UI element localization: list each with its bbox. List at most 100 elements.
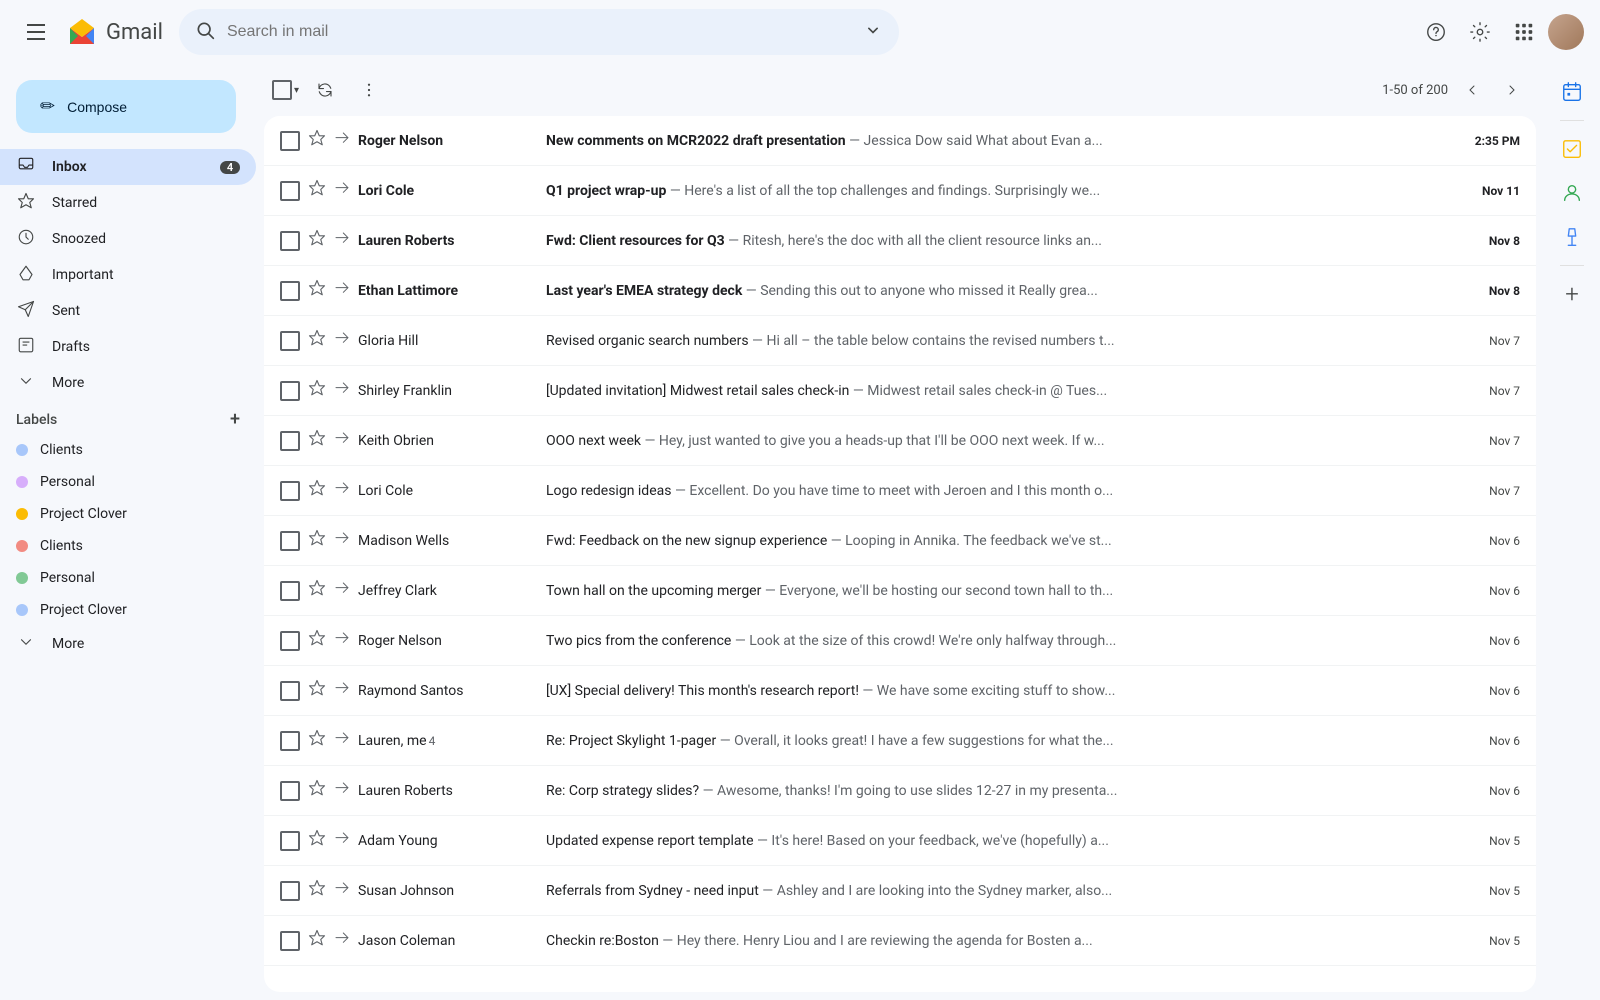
email-row[interactable]: Adam Young Updated expense report templa… [264, 816, 1536, 866]
help-button[interactable] [1416, 12, 1456, 52]
email-row[interactable]: Lauren Roberts Fwd: Client resources for… [264, 216, 1536, 266]
search-input[interactable] [227, 23, 855, 41]
email-row[interactable]: Lauren, me4 Re: Project Skylight 1-pager… [264, 716, 1536, 766]
star-icon[interactable] [308, 429, 326, 452]
sidebar-item-snoozed[interactable]: Snoozed [0, 221, 256, 257]
label-item-personal-1[interactable]: Personal [0, 466, 256, 498]
star-icon[interactable] [308, 529, 326, 552]
star-icon[interactable] [308, 379, 326, 402]
label-color-dot [16, 572, 28, 584]
email-row[interactable]: Ethan Lattimore Last year's EMEA strateg… [264, 266, 1536, 316]
search-bar[interactable] [179, 9, 899, 55]
label-item-project-clover-1[interactable]: Project Clover [0, 498, 256, 530]
forward-icon [334, 131, 350, 151]
star-icon[interactable] [308, 779, 326, 802]
star-icon[interactable] [308, 129, 326, 152]
more-options-button[interactable] [351, 72, 387, 108]
email-checkbox[interactable] [280, 931, 300, 951]
label-name: Project Clover [40, 506, 127, 522]
sender-name: Adam Young [358, 833, 538, 849]
label-name: Clients [40, 538, 83, 554]
email-row[interactable]: Lori Cole Q1 project wrap-up — Here's a … [264, 166, 1536, 216]
select-all-checkbox[interactable] [272, 80, 292, 100]
email-checkbox[interactable] [280, 881, 300, 901]
star-icon[interactable] [308, 329, 326, 352]
email-subject-preview: [Updated invitation] Midwest retail sale… [546, 383, 1452, 399]
calendar-icon[interactable] [1552, 72, 1592, 112]
star-icon[interactable] [308, 629, 326, 652]
star-icon[interactable] [308, 279, 326, 302]
email-row[interactable]: Roger Nelson New comments on MCR2022 dra… [264, 116, 1536, 166]
star-icon[interactable] [308, 479, 326, 502]
email-row[interactable]: Raymond Santos [UX] Special delivery! Th… [264, 666, 1536, 716]
select-all-dropdown[interactable]: ▾ [294, 85, 299, 96]
email-row[interactable]: Lori Cole Logo redesign ideas — Excellen… [264, 466, 1536, 516]
contacts-icon[interactable] [1552, 173, 1592, 213]
sidebar-item-inbox[interactable]: Inbox 4 [0, 149, 256, 185]
tasks-icon[interactable] [1552, 129, 1592, 169]
prev-page-button[interactable] [1456, 74, 1488, 106]
email-subject-preview: Updated expense report template — It's h… [546, 833, 1452, 849]
email-checkbox[interactable] [280, 631, 300, 651]
email-row[interactable]: Lauren Roberts Re: Corp strategy slides?… [264, 766, 1536, 816]
email-row[interactable]: Jason Coleman Checkin re:Boston — Hey th… [264, 916, 1536, 966]
apps-button[interactable] [1504, 12, 1544, 52]
more-labels-label: More [52, 636, 84, 652]
star-icon[interactable] [308, 579, 326, 602]
email-checkbox[interactable] [280, 281, 300, 301]
sidebar-item-starred[interactable]: Starred [0, 185, 256, 221]
email-toolbar: ▾ 1-50 of 200 [256, 64, 1544, 116]
email-checkbox[interactable] [280, 831, 300, 851]
label-item-clients-1[interactable]: Clients [0, 434, 256, 466]
star-icon[interactable] [308, 929, 326, 952]
label-item-personal-2[interactable]: Personal [0, 562, 256, 594]
star-icon[interactable] [308, 879, 326, 902]
sender-name: Ethan Lattimore [358, 283, 538, 299]
email-subject-preview: OOO next week — Hey, just wanted to give… [546, 433, 1452, 449]
select-all-container[interactable]: ▾ [272, 80, 299, 100]
avatar[interactable] [1548, 14, 1584, 50]
email-checkbox[interactable] [280, 531, 300, 551]
label-item-clients-2[interactable]: Clients [0, 530, 256, 562]
email-checkbox[interactable] [280, 231, 300, 251]
email-row[interactable]: Susan Johnson Referrals from Sydney - ne… [264, 866, 1536, 916]
add-label-button[interactable]: + [230, 409, 240, 430]
email-row[interactable]: Gloria Hill Revised organic search numbe… [264, 316, 1536, 366]
email-checkbox[interactable] [280, 331, 300, 351]
email-row[interactable]: Roger Nelson Two pics from the conferenc… [264, 616, 1536, 666]
email-checkbox[interactable] [280, 481, 300, 501]
more-labels-item[interactable]: More [0, 626, 256, 662]
refresh-button[interactable] [307, 72, 343, 108]
email-checkbox[interactable] [280, 431, 300, 451]
add-panel-button[interactable]: + [1552, 274, 1592, 314]
label-color-dot [16, 476, 28, 488]
star-icon[interactable] [308, 179, 326, 202]
star-icon[interactable] [308, 729, 326, 752]
sidebar-item-sent[interactable]: Sent [0, 293, 256, 329]
email-row[interactable]: Shirley Franklin [Updated invitation] Mi… [264, 366, 1536, 416]
sidebar-item-important[interactable]: Important [0, 257, 256, 293]
email-row[interactable]: Madison Wells Fwd: Feedback on the new s… [264, 516, 1536, 566]
keep-icon[interactable] [1552, 217, 1592, 257]
next-page-button[interactable] [1496, 74, 1528, 106]
email-row[interactable]: Keith Obrien OOO next week — Hey, just w… [264, 416, 1536, 466]
settings-button[interactable] [1460, 12, 1500, 52]
email-row[interactable]: Jeffrey Clark Town hall on the upcoming … [264, 566, 1536, 616]
more-nav-item[interactable]: More [0, 365, 256, 401]
sidebar-item-drafts[interactable]: Drafts [0, 329, 256, 365]
star-icon[interactable] [308, 229, 326, 252]
label-item-project-clover-2[interactable]: Project Clover [0, 594, 256, 626]
hamburger-menu[interactable] [16, 12, 56, 52]
email-checkbox[interactable] [280, 181, 300, 201]
sender-name: Jeffrey Clark [358, 583, 538, 599]
search-dropdown-icon[interactable] [863, 20, 883, 45]
email-checkbox[interactable] [280, 681, 300, 701]
compose-button[interactable]: ✏ Compose [16, 80, 236, 133]
email-checkbox[interactable] [280, 731, 300, 751]
email-checkbox[interactable] [280, 581, 300, 601]
email-checkbox[interactable] [280, 381, 300, 401]
email-checkbox[interactable] [280, 781, 300, 801]
email-checkbox[interactable] [280, 131, 300, 151]
star-icon[interactable] [308, 829, 326, 852]
star-icon[interactable] [308, 679, 326, 702]
